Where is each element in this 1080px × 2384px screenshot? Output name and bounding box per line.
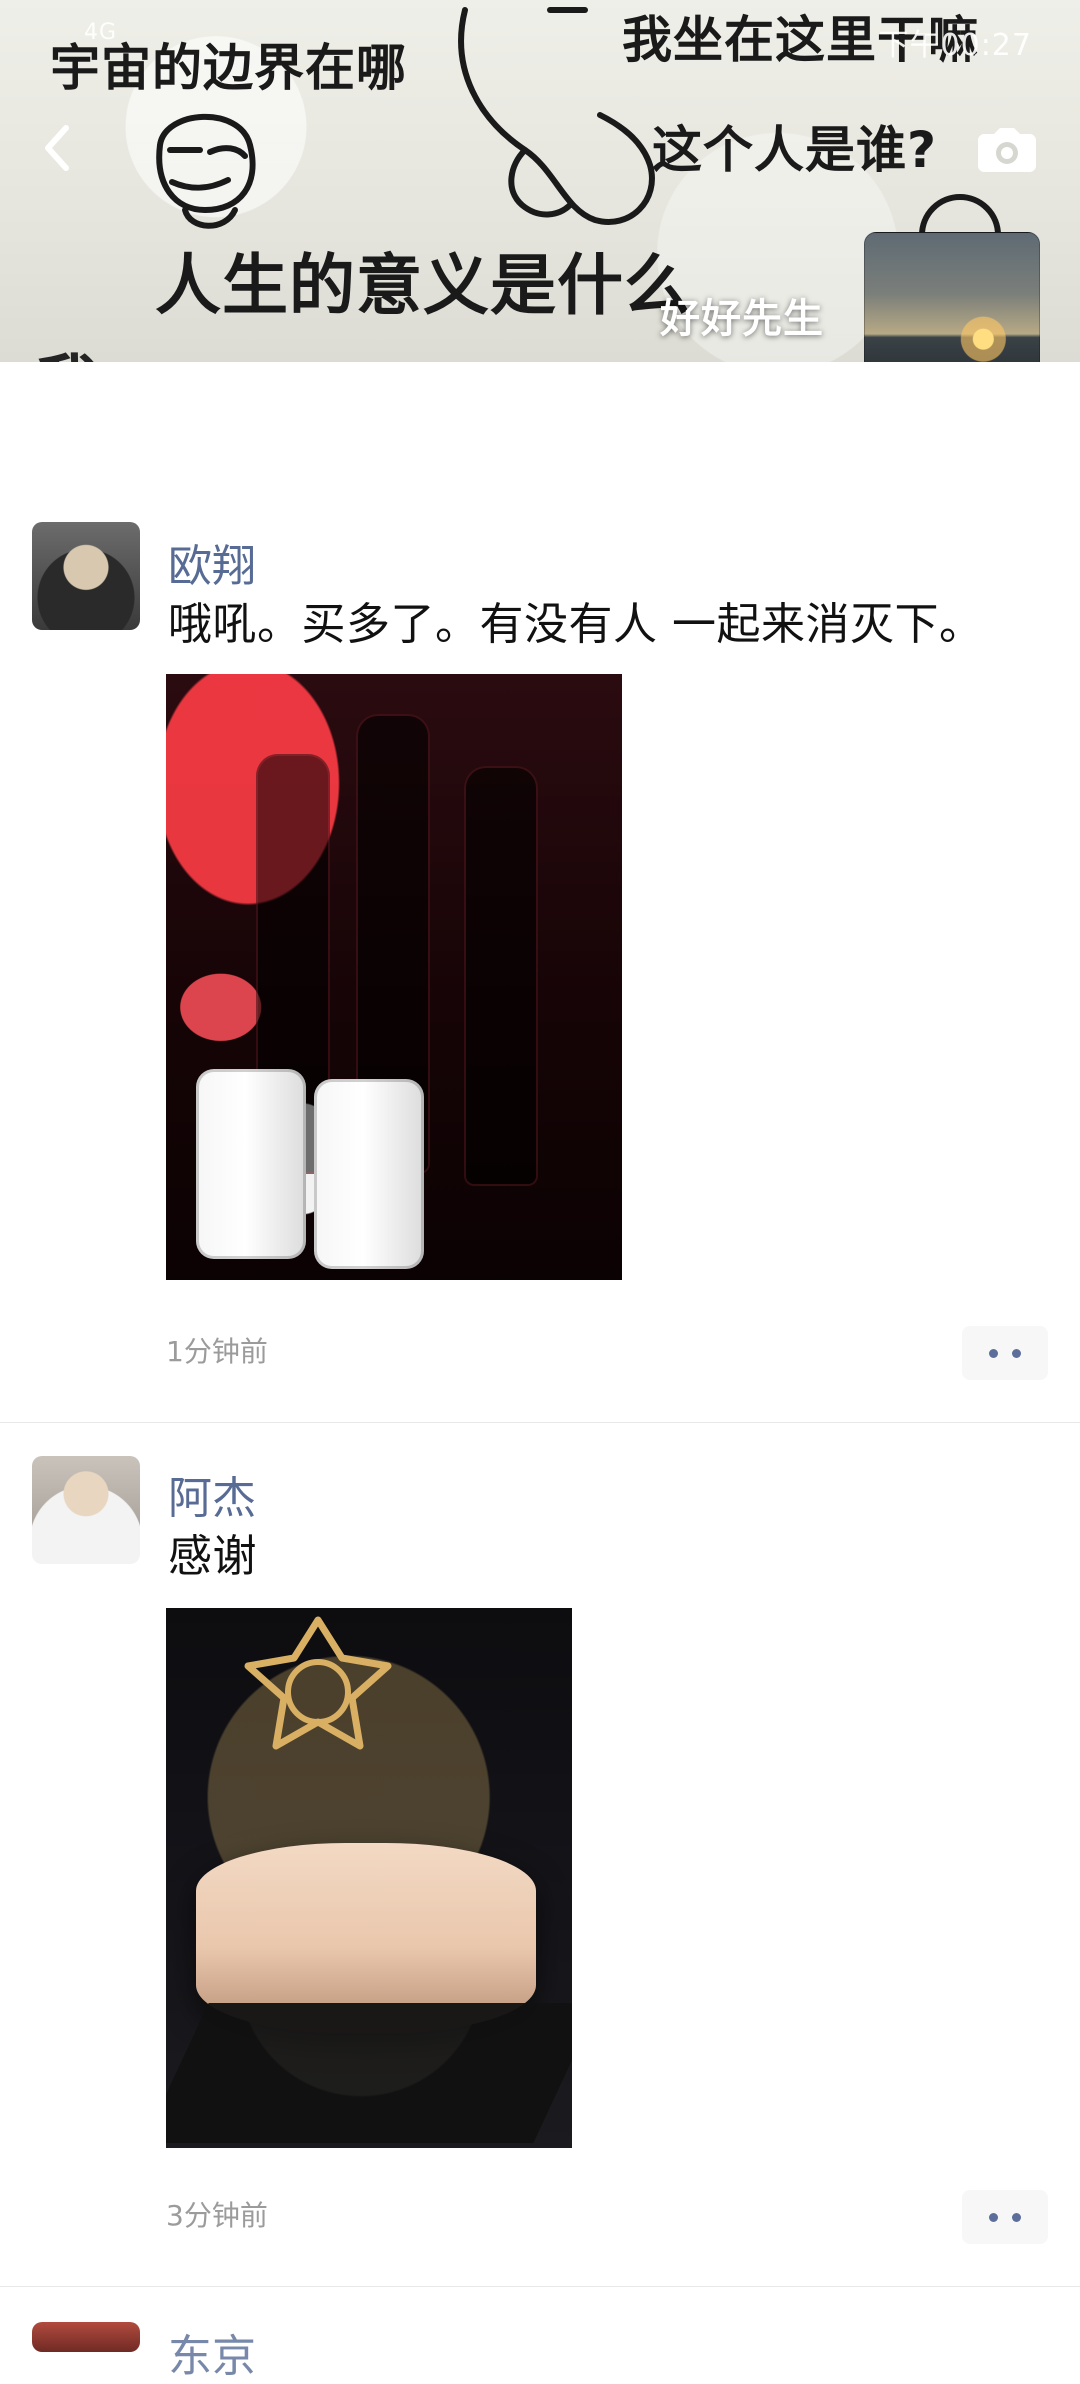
post-author-name[interactable]: 阿杰 bbox=[168, 1462, 256, 1526]
cover-image[interactable]: 宇宙的边界在哪 我坐在这里干嘛 这个人是谁? 人生的意义是什么 我 4G 下午0… bbox=[0, 0, 1080, 362]
camera-icon[interactable] bbox=[978, 124, 1036, 172]
status-time: 下午00:27 bbox=[878, 28, 1032, 63]
photo-can bbox=[314, 1079, 424, 1269]
more-dot bbox=[989, 2213, 998, 2222]
post-more-button[interactable] bbox=[962, 2190, 1048, 2244]
profile-name[interactable]: 好好先生 bbox=[660, 286, 824, 344]
post-divider bbox=[0, 2286, 1080, 2287]
cover-meme-text: 人生的意义是什么 bbox=[155, 247, 691, 324]
moment-post: 阿杰 感谢 3分钟前 bbox=[0, 362, 1080, 2287]
cover-meme-text: 这个人是谁? bbox=[652, 121, 938, 179]
network-status: 4G bbox=[84, 20, 118, 45]
post-time: 1分钟前 bbox=[166, 1335, 268, 1368]
post-divider bbox=[0, 1422, 1080, 1423]
more-dot bbox=[1012, 2213, 1021, 2222]
birthday-topper-icon bbox=[244, 1616, 392, 1750]
post-photo[interactable] bbox=[166, 1608, 572, 2148]
post-author-name-peek[interactable]: 东京 bbox=[168, 2320, 256, 2384]
back-chevron-icon[interactable] bbox=[36, 120, 80, 176]
cover-doodle-hand-icon bbox=[458, 7, 655, 225]
post-time: 3分钟前 bbox=[166, 2199, 268, 2232]
more-dot bbox=[1012, 1349, 1021, 1358]
cover-meme-text: 我 bbox=[36, 334, 101, 362]
post-more-button[interactable] bbox=[962, 1326, 1048, 1380]
photo-can bbox=[196, 1069, 306, 1259]
more-dot bbox=[989, 1349, 998, 1358]
photo-cake-board bbox=[166, 2003, 572, 2143]
post-author-avatar[interactable] bbox=[32, 1456, 140, 1564]
post-text: 感谢 bbox=[168, 1531, 257, 1582]
profile-avatar[interactable] bbox=[864, 232, 1040, 362]
post-author-avatar[interactable] bbox=[32, 2322, 140, 2352]
cover-doodle-face-icon bbox=[156, 113, 256, 229]
